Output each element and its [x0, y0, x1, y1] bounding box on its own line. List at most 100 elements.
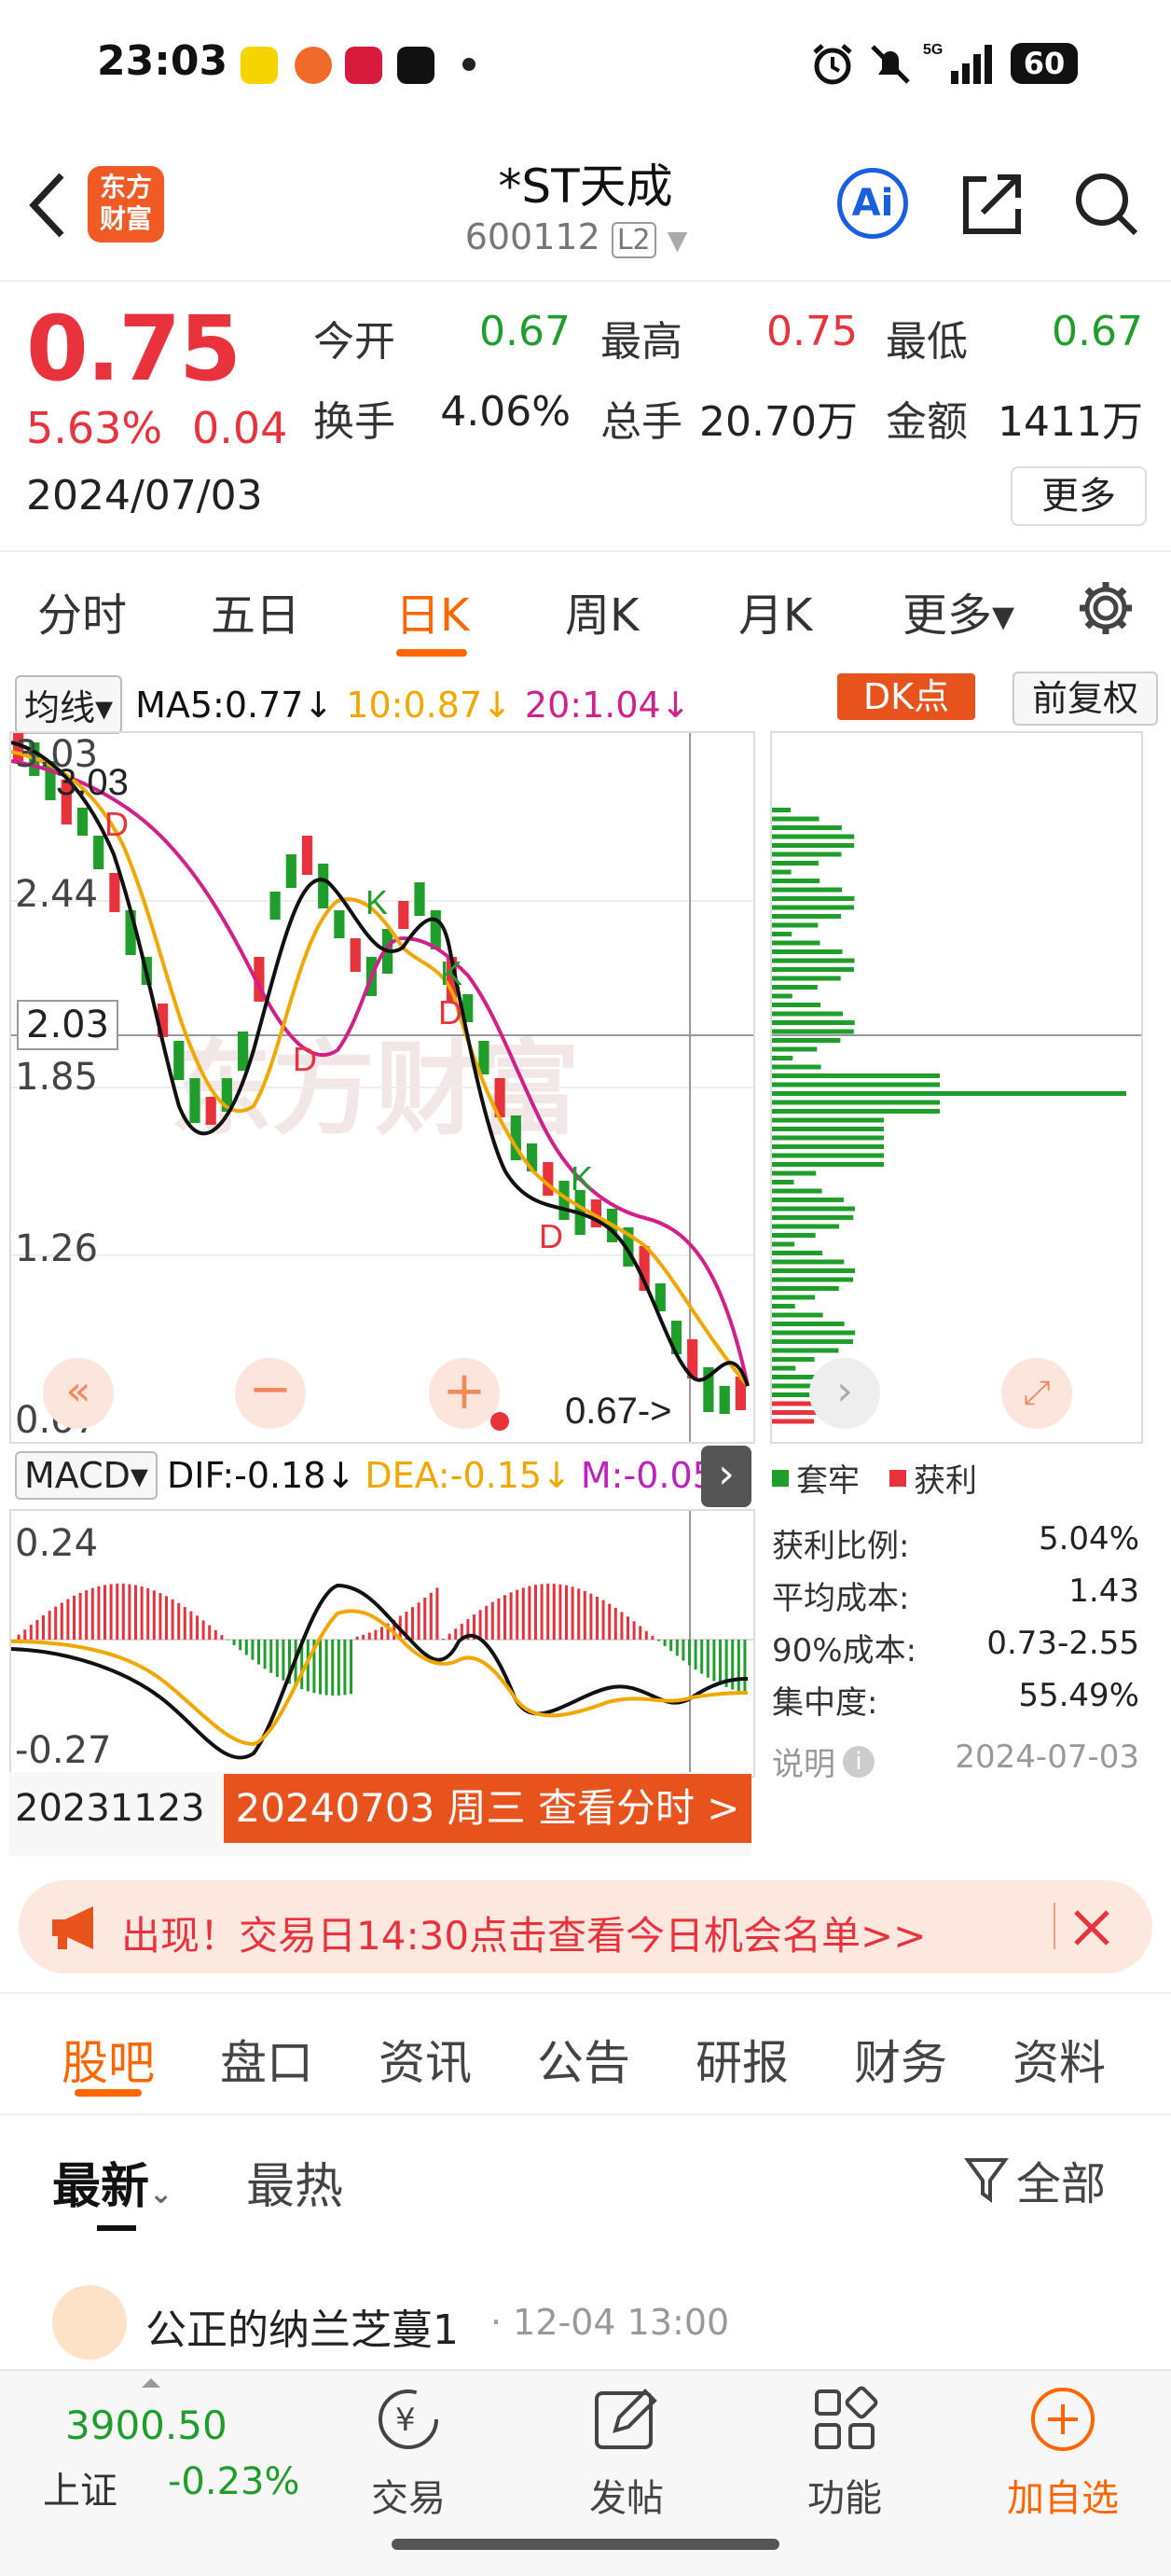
macd-bar — [490, 1601, 494, 1640]
zoom-out-icon[interactable]: − — [235, 1358, 306, 1429]
open-value: 0.67 — [479, 308, 571, 355]
tab-finance[interactable]: 财务 — [854, 2026, 947, 2093]
indicator-select[interactable]: 均线▾ — [15, 675, 123, 734]
macd-bar — [374, 1629, 378, 1640]
macd-bar — [596, 1596, 599, 1640]
nav-post-label[interactable]: 发帖 — [543, 2468, 710, 2522]
svg-text:D: D — [438, 993, 462, 1032]
macd-bar — [103, 1585, 106, 1640]
ma5-value: MA5:0.77↓ — [135, 684, 334, 726]
index-value[interactable]: 3900.50 — [65, 2403, 227, 2448]
chip-bar — [772, 1127, 884, 1131]
nav-add-watchlist-label[interactable]: 加自选 — [979, 2468, 1147, 2522]
feed-filter-button[interactable]: 全部 — [964, 2147, 1106, 2212]
search-icon[interactable] — [1070, 168, 1141, 239]
post-username[interactable]: 公正的纳兰芝蔓1 — [145, 2296, 459, 2356]
macd-bar — [66, 1599, 70, 1640]
candle — [430, 910, 441, 949]
close-icon[interactable] — [1070, 1906, 1113, 1949]
chip-bar — [772, 1322, 845, 1326]
macd-bar — [558, 1584, 562, 1640]
tab-announcements[interactable]: 公告 — [537, 2026, 630, 2093]
candle — [238, 1032, 249, 1071]
tiktok-icon — [397, 47, 434, 84]
chip-bar — [772, 1365, 796, 1371]
candle — [398, 901, 409, 929]
macd-bar — [688, 1640, 691, 1666]
macd-bar — [521, 1587, 525, 1640]
zoom-in-icon[interactable]: + — [429, 1358, 500, 1429]
settings-gear-icon[interactable] — [1076, 578, 1136, 638]
chip-next-icon[interactable]: › — [809, 1358, 880, 1429]
tab-research[interactable]: 研报 — [696, 2026, 789, 2093]
mute-icon — [871, 45, 910, 84]
macd-bar — [239, 1640, 242, 1651]
timeline-start: 20231123 — [15, 1787, 205, 1830]
macd-bar — [134, 1585, 137, 1640]
macd-bar — [128, 1584, 131, 1640]
cost-90-value: 0.73-2.55 — [986, 1625, 1139, 1662]
adjust-select[interactable]: 前复权 — [1013, 672, 1158, 726]
share-icon[interactable] — [958, 168, 1029, 239]
expand-icon[interactable]: ⤢ — [1001, 1358, 1072, 1429]
tab-news[interactable]: 资讯 — [379, 2026, 472, 2093]
macd-bar — [552, 1584, 556, 1640]
scroll-left-icon[interactable]: « — [43, 1358, 114, 1429]
more-quote-button[interactable]: 更多 — [1011, 466, 1147, 526]
candle — [543, 1162, 554, 1196]
trade-icon[interactable]: ¥ — [373, 2384, 444, 2455]
app-notification-icon — [241, 47, 278, 84]
chip-bar — [772, 993, 792, 999]
macd-bar — [171, 1599, 174, 1640]
chip-note[interactable]: 说明 i — [772, 1738, 875, 1784]
chip-bar — [772, 808, 791, 812]
macd-select[interactable]: MACD▾ — [15, 1451, 158, 1500]
macd-bar — [177, 1602, 181, 1640]
nav-function-label[interactable]: 功能 — [761, 2468, 929, 2522]
tab-guba[interactable]: 股吧 — [62, 2026, 155, 2093]
macd-bar — [152, 1590, 156, 1640]
view-intraday-button[interactable]: 20240703 周三 查看分时 > — [224, 1774, 751, 1843]
avatar[interactable] — [52, 2285, 127, 2360]
chip-bar — [772, 1082, 940, 1087]
chip-bar — [772, 852, 842, 857]
tab-intraday[interactable]: 分时 — [37, 578, 127, 644]
ai-assistant-button[interactable]: Ai — [837, 168, 908, 239]
tab-profile[interactable]: 资料 — [1013, 2026, 1106, 2093]
tab-weekly-k[interactable]: 周K — [565, 578, 639, 644]
tab-pankou[interactable]: 盘口 — [220, 2026, 313, 2093]
filter-icon — [964, 2158, 1009, 2203]
expand-indicator-icon[interactable]: › — [701, 1446, 751, 1507]
tab-monthly-k[interactable]: 月K — [738, 578, 812, 644]
compose-post-icon[interactable] — [591, 2384, 662, 2455]
current-price: 0.75 — [26, 297, 241, 401]
macd-bar — [23, 1629, 27, 1640]
function-grid-icon[interactable] — [809, 2384, 880, 2455]
macd-bar — [417, 1602, 420, 1640]
macd-bar — [583, 1590, 586, 1640]
volume-label: 总手 — [600, 398, 682, 446]
macd-bar — [42, 1614, 45, 1640]
feed-latest-tab[interactable]: 最新⌄ — [52, 2147, 172, 2217]
chip-bar — [772, 1117, 884, 1123]
kline-chart[interactable]: 东方财富 3.03 0.67-> D K D D K K D 3.03 2.44… — [9, 731, 755, 1444]
add-watchlist-icon[interactable] — [1027, 2384, 1098, 2455]
chip-bar — [772, 1419, 815, 1424]
dk-point-button[interactable]: DK点 — [837, 673, 975, 720]
ma-legend-row: 均线▾ MA5:0.77↓ 10:0.87↓ 20:1.04↓ — [15, 675, 691, 734]
svg-text:¥: ¥ — [395, 2402, 416, 2439]
tab-more[interactable]: 更多▾ — [902, 578, 1014, 644]
svg-text:5G: 5G — [923, 42, 943, 58]
app-notification-icon — [295, 47, 332, 84]
chip-bar — [772, 1215, 854, 1220]
tab-daily-k[interactable]: 日K — [395, 578, 469, 644]
feed-hot-tab[interactable]: 最热 — [246, 2147, 343, 2217]
active-tab-indicator — [396, 649, 467, 657]
macd-bar — [651, 1636, 654, 1640]
nav-trade-label[interactable]: 交易 — [324, 2468, 492, 2522]
index-name: 上证 — [43, 2470, 117, 2513]
tab-five-day[interactable]: 五日 — [211, 578, 300, 644]
chip-bar — [772, 1073, 940, 1078]
macd-bar — [743, 1640, 747, 1694]
macd-chart[interactable]: 0.24 -0.27 — [9, 1509, 755, 1778]
